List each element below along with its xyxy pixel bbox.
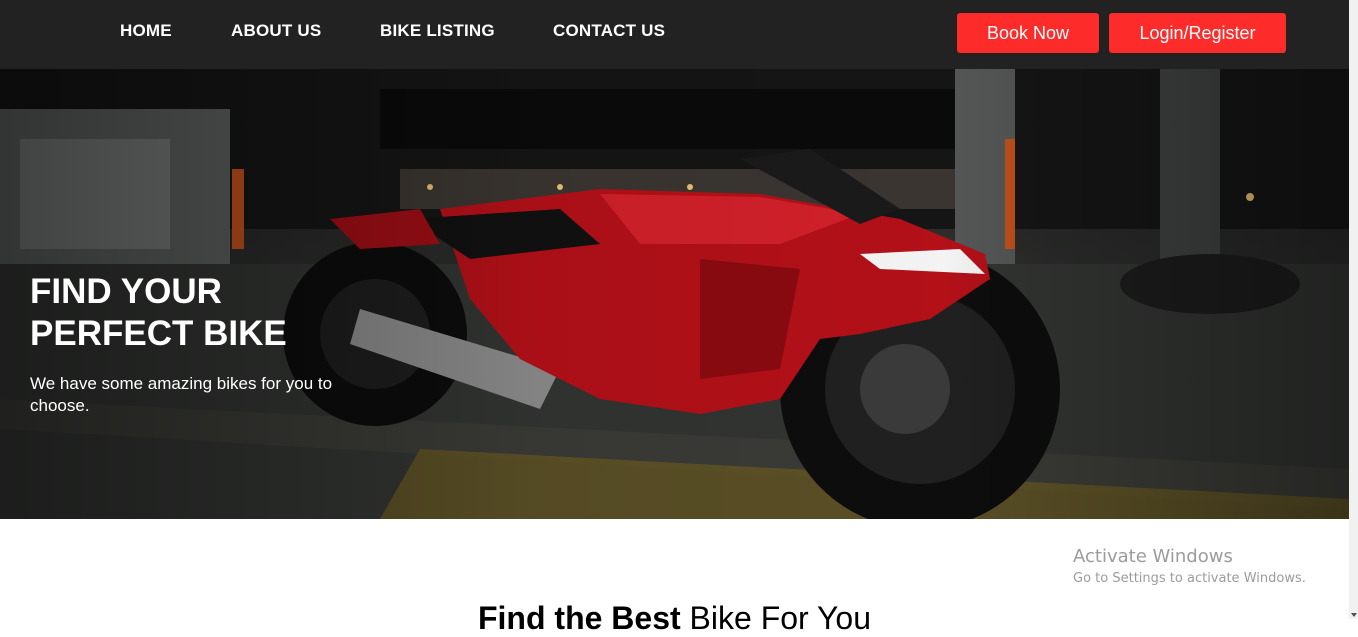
- watermark-subtitle: Go to Settings to activate Windows.: [1073, 571, 1306, 586]
- hero-banner: FIND YOUR PERFECT BIKE We have some amaz…: [0, 69, 1349, 519]
- section-heading-light: Bike For You: [680, 600, 871, 636]
- login-register-button[interactable]: Login/Register: [1109, 13, 1286, 53]
- scroll-down-arrow-icon[interactable]: [1351, 613, 1357, 617]
- nav-link-bike-listing[interactable]: BIKE LISTING: [380, 21, 495, 41]
- navbar: HOME ABOUT US BIKE LISTING CONTACT US Bo…: [0, 0, 1349, 69]
- hero-subtitle: We have some amazing bikes for you to ch…: [30, 374, 333, 415]
- nav-link-about-us[interactable]: ABOUT US: [231, 21, 321, 41]
- vertical-scrollbar[interactable]: [1349, 0, 1358, 619]
- watermark-title: Activate Windows: [1073, 546, 1233, 567]
- nav-link-home[interactable]: HOME: [120, 21, 172, 41]
- section-heading-bold: Find the Best: [477, 600, 681, 636]
- activate-windows-watermark: Activate Windows Go to Settings to activ…: [1073, 546, 1306, 588]
- book-now-button[interactable]: Book Now: [957, 13, 1099, 53]
- nav-link-contact-us[interactable]: CONTACT US: [553, 21, 665, 41]
- hero-title: FIND YOUR PERFECT BIKE: [30, 272, 287, 353]
